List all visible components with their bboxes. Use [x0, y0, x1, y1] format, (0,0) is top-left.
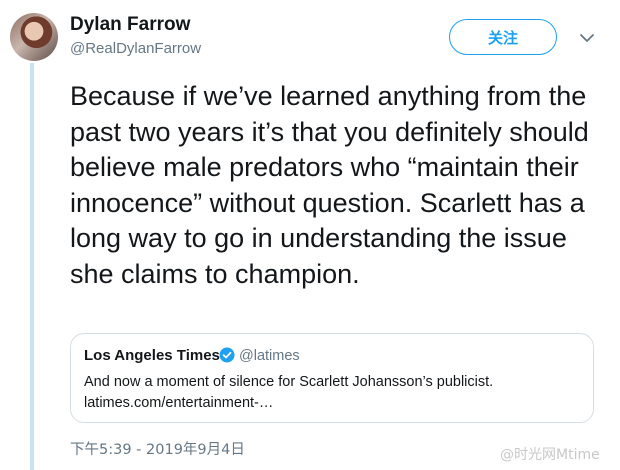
quoted-tweet[interactable]: Los Angeles Times @latimes And now a mom… [70, 333, 594, 423]
verified-badge-icon [219, 347, 235, 363]
author-handle[interactable]: @RealDylanFarrow [70, 40, 201, 57]
quoted-author-handle: @latimes [239, 348, 300, 364]
quoted-tweet-link[interactable]: latimes.com/entertainment-… [84, 395, 273, 411]
quoted-tweet-text: And now a moment of silence for Scarlett… [84, 374, 494, 390]
watermark: @时光网Mtime [500, 447, 600, 463]
thread-line [30, 63, 34, 470]
tweet-text: Because if we’ve learned anything from t… [70, 81, 589, 289]
timestamp[interactable]: 下午5:39 - 2019年9月4日 [70, 438, 245, 459]
avatar[interactable] [10, 13, 58, 61]
chevron-down-icon[interactable] [579, 30, 595, 46]
follow-button[interactable]: 关注 [449, 19, 557, 55]
author-name[interactable]: Dylan Farrow [70, 14, 190, 36]
quoted-author-name: Los Angeles Times [84, 347, 220, 364]
